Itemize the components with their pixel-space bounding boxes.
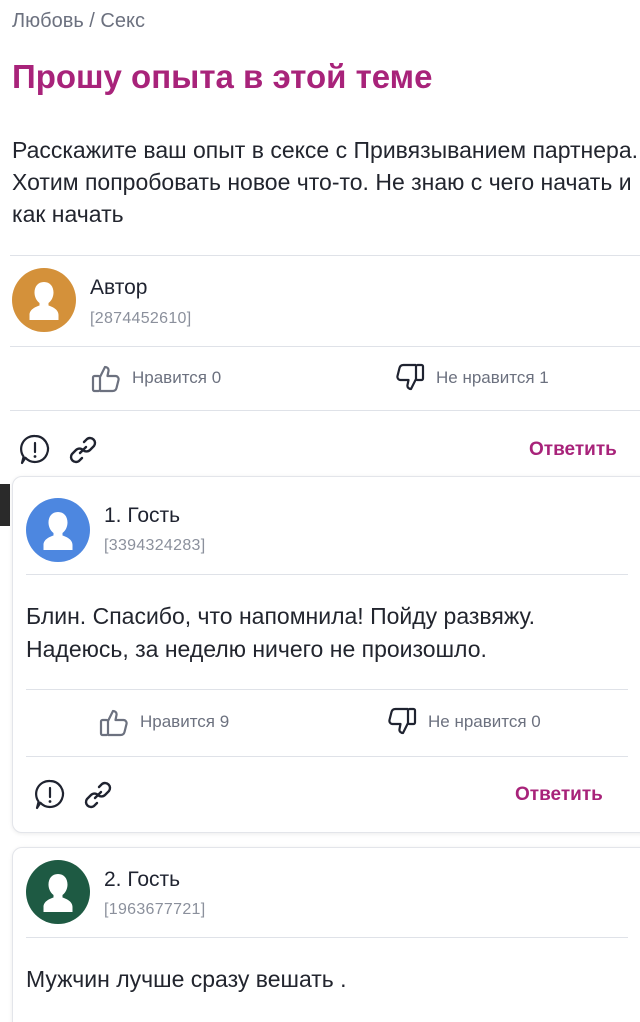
user-silhouette-icon [29,282,59,320]
avatar [12,268,76,332]
reply-button[interactable]: Ответить [515,784,603,806]
divider [26,937,628,938]
like-label: Нравится 0 [132,368,222,387]
user-silhouette-icon [43,512,73,550]
scroll-marker [0,484,10,526]
comment-author-id: [1963677721] [104,901,206,918]
avatar [26,498,90,562]
dislike-button[interactable]: Не нравится 1 [394,362,549,394]
avatar [26,860,90,924]
dislike-label: Не нравится 0 [428,712,541,731]
thumbs-down-icon [388,707,417,735]
author-id: [2874452610] [90,310,192,327]
dislike-label: Не нравится 1 [436,368,549,387]
divider [26,689,628,690]
like-label: Нравится 9 [140,712,230,731]
user-silhouette-icon [43,874,73,912]
like-button[interactable]: Нравится 9 [98,706,229,738]
comment-author-name[interactable]: 1. Гость [104,504,180,528]
thumbs-up-icon [99,709,128,737]
divider [26,574,628,575]
reply-button[interactable]: Ответить [529,439,617,461]
divider [26,756,628,757]
question-text: Расскажите ваш опыт в сексе с Привязыван… [12,137,638,227]
dislike-button[interactable]: Не нравится 0 [386,706,541,738]
exclamation-circle-icon[interactable] [18,433,52,467]
divider [10,346,640,347]
comment-author-id: [3394324283] [104,537,206,554]
divider [10,410,640,411]
thumbs-down-icon [396,363,425,391]
comment-text: Блин. Спасибо, что напомнила! Пойду разв… [26,603,536,662]
exclamation-circle-icon[interactable] [33,778,67,812]
thumbs-up-icon [91,365,120,393]
page-title: Прошу опыта в этой теме [12,58,433,95]
comment-text: Мужчин лучше сразу вешать . [26,966,347,992]
like-button[interactable]: Нравится 0 [90,362,221,394]
author-name[interactable]: Автор [90,276,147,300]
link-icon[interactable] [81,778,115,812]
comment-author-name[interactable]: 2. Гость [104,868,180,892]
link-icon[interactable] [66,433,100,467]
breadcrumb[interactable]: Любовь / Секс [12,10,145,33]
divider [10,255,640,256]
